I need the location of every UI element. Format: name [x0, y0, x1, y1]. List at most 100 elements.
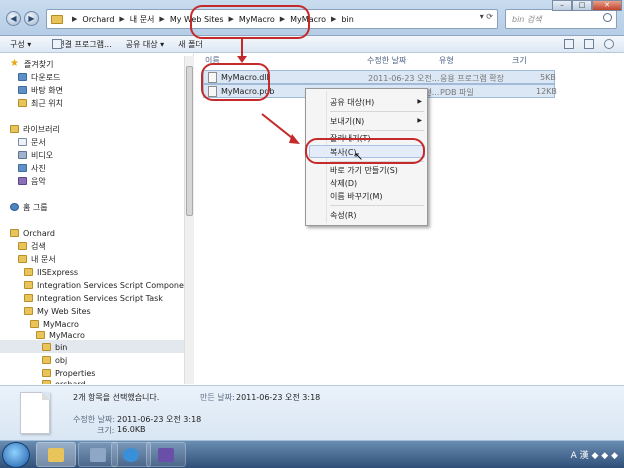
file-modified: 2011-06-23 오전...: [368, 74, 440, 83]
nav-homegroup[interactable]: 홈 그룹: [10, 201, 48, 213]
modified-value: 2011-06-23 오전 3:18: [117, 415, 202, 424]
nav-search[interactable]: 검색: [18, 240, 46, 252]
help-icon[interactable]: [604, 39, 614, 49]
navigation-pane: ★ 즐겨찾기 다운로드 바탕 화면 최근 위치 라이브러리 문서 비디오 사진 음…: [0, 54, 194, 384]
nav-scrollbar-thumb[interactable]: [186, 66, 193, 216]
menu-delete[interactable]: 삭제(D): [330, 178, 357, 189]
nav-label: My Web Sites: [37, 306, 91, 316]
start-button[interactable]: [2, 442, 30, 468]
homegroup-icon: [10, 203, 19, 211]
nav-label: MyMacro: [49, 330, 85, 340]
file-type: PDB 파일: [440, 88, 474, 97]
nav-bin[interactable]: bin: [42, 341, 67, 353]
nav-iisexpress[interactable]: IISExpress: [24, 266, 78, 278]
minimize-button[interactable]: –: [552, 0, 572, 11]
nav-my-web-sites[interactable]: My Web Sites: [24, 305, 91, 317]
app-icon: [90, 448, 106, 462]
breadcrumb-my-docs[interactable]: 내 문서: [130, 14, 155, 25]
nav-label: 음악: [31, 176, 46, 186]
created-label: 만든 날짜:: [200, 393, 235, 402]
ie-icon: [123, 448, 139, 462]
folder-icon: [42, 369, 51, 377]
vs-taskbar-button[interactable]: [146, 442, 186, 467]
menu-rename[interactable]: 이름 바꾸기(M): [330, 191, 383, 202]
search-input[interactable]: bin 검색: [505, 9, 617, 29]
nav-orchard[interactable]: Orchard: [10, 227, 55, 239]
menu-separator: [330, 111, 424, 112]
nav-label: Integration Services Script Component: [37, 280, 193, 290]
submenu-arrow-icon: ▶: [417, 98, 422, 105]
nav-obj[interactable]: obj: [42, 354, 67, 366]
close-button[interactable]: ✕: [592, 0, 622, 11]
created-value: 2011-06-23 오전 3:18: [236, 393, 321, 402]
command-bar: 구성 ▾ 연결 프로그램... 공유 대상 ▾ 새 폴더: [0, 36, 624, 53]
explorer-taskbar-button[interactable]: [36, 442, 76, 467]
menu-send-to[interactable]: 보내기(N): [330, 116, 364, 127]
column-type[interactable]: 유형: [439, 55, 454, 66]
column-size[interactable]: 크기: [512, 55, 527, 66]
nav-desktop[interactable]: 바탕 화면: [18, 84, 63, 96]
folder-icon: [18, 255, 27, 263]
nav-label: Properties: [55, 368, 96, 378]
annotation-oval-path: [190, 5, 310, 39]
new-folder-button[interactable]: 새 폴더: [178, 39, 203, 50]
share-button[interactable]: 공유 대상 ▾: [126, 39, 165, 50]
nav-label: 사진: [31, 163, 46, 173]
nav-mymacro-2[interactable]: MyMacro: [36, 329, 85, 341]
file-size: 12KB: [536, 87, 557, 96]
folder-icon: [42, 380, 51, 384]
nav-favorites[interactable]: ★ 즐겨찾기: [10, 58, 53, 70]
menu-create-shortcut[interactable]: 바로 가기 만들기(S): [330, 165, 398, 176]
organize-button[interactable]: 구성 ▾: [10, 39, 31, 50]
breadcrumb-bin[interactable]: bin: [341, 15, 353, 24]
nav-orchard-lower[interactable]: orchard: [42, 378, 86, 384]
nav-libraries[interactable]: 라이브러리: [10, 123, 60, 135]
nav-label: 검색: [31, 241, 46, 251]
nav-ssis-component[interactable]: Integration Services Script Component: [24, 279, 192, 291]
nav-label: MyMacro: [43, 319, 79, 329]
folder-icon: [18, 242, 27, 250]
nav-label: Integration Services Script Task: [37, 293, 163, 303]
annotation-oval-copy: [305, 138, 425, 164]
back-button[interactable]: ◀: [6, 11, 21, 26]
maximize-button[interactable]: □: [572, 0, 592, 11]
nav-recent[interactable]: 최근 위치: [18, 97, 63, 109]
file-type: 응용 프로그램 확장: [440, 74, 504, 83]
view-icon[interactable]: [564, 39, 574, 49]
column-modified[interactable]: 수정한 날짜: [367, 55, 406, 66]
nav-downloads[interactable]: 다운로드: [18, 71, 60, 83]
nav-label: 내 문서: [31, 254, 56, 264]
library-icon: [10, 125, 19, 133]
documents-icon: [18, 138, 27, 146]
address-bar-area: ◀ ▶ ▶ Orchard ▶ 내 문서 ▶ My Web Sites ▶ My…: [0, 0, 624, 36]
nav-music[interactable]: 음악: [18, 175, 46, 187]
nav-pictures[interactable]: 사진: [18, 162, 46, 174]
submenu-arrow-icon: ▶: [417, 117, 422, 124]
forward-button[interactable]: ▶: [24, 11, 39, 26]
nav-videos[interactable]: 비디오: [18, 149, 53, 161]
folder-icon: [24, 294, 33, 302]
nav-label: 최근 위치: [31, 98, 63, 108]
nav-label: 바탕 화면: [31, 85, 63, 95]
nav-documents[interactable]: 문서: [18, 136, 46, 148]
menu-separator: [330, 130, 424, 131]
menu-share[interactable]: 공유 대상(H): [330, 97, 374, 108]
ie-taskbar-button[interactable]: [111, 442, 151, 467]
nav-label: Orchard: [23, 228, 56, 238]
details-pane: 2개 항목을 선택했습니다. 만든 날짜: 2011-06-23 오전 3:18…: [0, 385, 624, 440]
folder-icon: [30, 320, 39, 328]
menu-separator: [330, 205, 424, 206]
chevron-right-icon: ▶: [119, 15, 125, 23]
desktop-icon: [18, 86, 27, 94]
nav-label: 즐겨찾기: [24, 59, 54, 69]
nav-label: 라이브러리: [23, 124, 60, 134]
refresh-icon[interactable]: ▾ ⟳: [480, 12, 493, 21]
explorer-icon: [48, 448, 64, 462]
breadcrumb-orchard[interactable]: Orchard: [82, 15, 114, 24]
system-tray[interactable]: A 漢 ◆ ◆ ◆: [571, 448, 618, 461]
nav-my-docs[interactable]: 내 문서: [18, 253, 56, 265]
nav-label: 문서: [31, 137, 46, 147]
menu-properties[interactable]: 속성(R): [330, 210, 357, 221]
preview-pane-icon[interactable]: [584, 39, 594, 49]
nav-ssis-task[interactable]: Integration Services Script Task: [24, 292, 163, 304]
